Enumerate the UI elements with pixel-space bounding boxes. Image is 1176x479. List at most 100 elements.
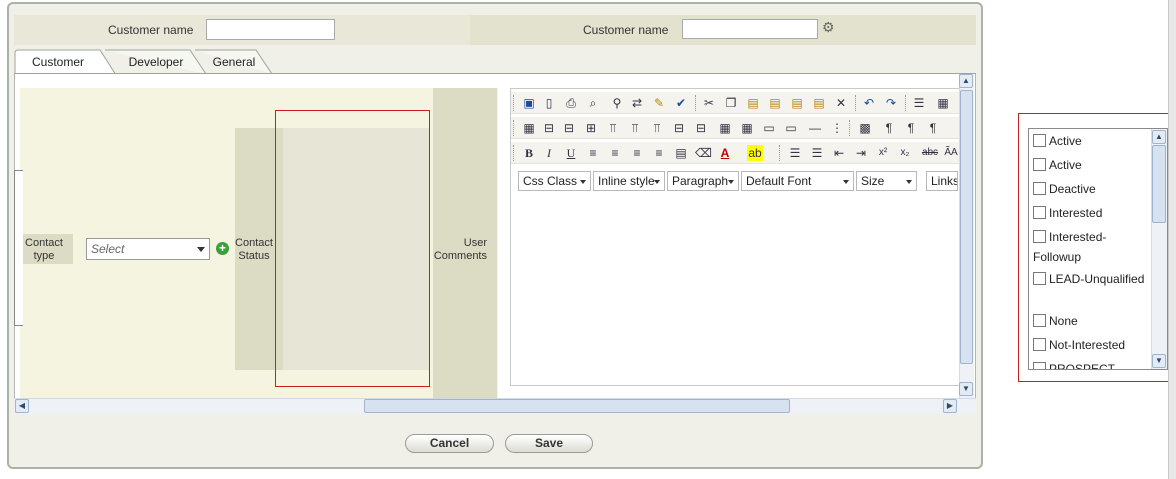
list-item[interactable]: PROSPECT	[1033, 359, 1115, 369]
list-item[interactable]: Interested	[1033, 203, 1102, 223]
grid-icon[interactable]: ▦	[717, 120, 733, 136]
superscript-icon[interactable]: x²	[875, 145, 891, 161]
save-button[interactable]: Save	[505, 434, 593, 453]
delete-row-icon[interactable]: ⊟	[671, 120, 687, 136]
format-icon[interactable]: ▤	[673, 145, 689, 161]
merge-icon[interactable]: ⫪	[627, 120, 643, 136]
print-icon[interactable]: ⎙	[563, 95, 579, 111]
contact-type-select[interactable]: Select	[86, 238, 210, 260]
list-item[interactable]: Active	[1033, 155, 1082, 175]
replace-icon[interactable]: ⇄	[629, 95, 645, 111]
checkbox[interactable]	[1033, 272, 1046, 285]
tab-general[interactable]: General	[194, 49, 274, 75]
unordered-list-icon[interactable]: ☰	[809, 145, 825, 161]
calendar-icon[interactable]: ▦	[935, 95, 951, 111]
rtl-icon[interactable]: ¶	[925, 120, 941, 136]
indent-icon[interactable]: ☰	[911, 95, 927, 111]
ordered-list-icon[interactable]: ☰	[787, 145, 803, 161]
checkbox[interactable]	[1033, 314, 1046, 327]
insert-row-before-icon[interactable]: ⊟	[541, 120, 557, 136]
list-item[interactable]: None	[1033, 311, 1078, 331]
size-dropdown[interactable]: Size	[856, 171, 917, 191]
cancel-button[interactable]: Cancel	[405, 434, 494, 453]
checkbox[interactable]	[1033, 134, 1046, 147]
align-left-icon[interactable]: ≡	[585, 145, 601, 161]
css-class-dropdown[interactable]: Css Class	[518, 171, 591, 191]
list-item[interactable]: Not-Interested	[1033, 335, 1125, 355]
hr-icon[interactable]: —	[807, 120, 823, 136]
align-center-icon[interactable]: ≡	[607, 145, 623, 161]
save-icon[interactable]: ▣	[521, 95, 537, 111]
checkbox[interactable]	[1033, 362, 1046, 369]
table-icon[interactable]: ▦	[521, 120, 537, 136]
italic-icon[interactable]: I	[541, 145, 557, 161]
scroll-up-icon[interactable]: ▲	[959, 74, 973, 88]
list-item[interactable]: Deactive	[1033, 179, 1096, 199]
bold-icon[interactable]: B	[521, 145, 537, 161]
font-color-icon[interactable]: A	[717, 145, 733, 161]
cell-props-icon[interactable]: ▭	[761, 120, 777, 136]
highlight-icon[interactable]: ab	[747, 145, 763, 161]
undo-icon[interactable]: ↶	[861, 95, 877, 111]
grid2-icon[interactable]: ▦	[739, 120, 755, 136]
cell-props2-icon[interactable]: ▭	[783, 120, 799, 136]
paste-html-icon[interactable]: ▤	[811, 95, 827, 111]
list-item[interactable]: Active	[1033, 131, 1082, 151]
links-dropdown[interactable]: Links	[926, 171, 958, 191]
cut-icon[interactable]: ✂	[701, 95, 717, 111]
checkbox[interactable]	[1033, 182, 1046, 195]
spellcheck-icon[interactable]: ✔	[673, 95, 689, 111]
paste-word-icon[interactable]: ▤	[789, 95, 805, 111]
pagebreak-icon[interactable]: ⋮	[829, 120, 845, 136]
checkbox[interactable]	[1033, 158, 1046, 171]
justify-icon[interactable]: ≡	[651, 145, 667, 161]
outdent-icon[interactable]: ⇤	[831, 145, 847, 161]
case-icon[interactable]: ÃA	[943, 145, 959, 161]
tab-customer[interactable]: Customer	[14, 49, 118, 75]
preview-icon[interactable]: ⌕	[585, 95, 601, 111]
insert-col-icon[interactable]: ⊞	[583, 120, 599, 136]
add-icon[interactable]: +	[216, 242, 229, 255]
paragraph-dropdown[interactable]: Paragraph	[667, 171, 739, 191]
new-doc-icon[interactable]: ▯	[541, 95, 557, 111]
paste-text-icon[interactable]: ▤	[767, 95, 783, 111]
checkbox[interactable]	[1033, 230, 1046, 243]
eraser-icon[interactable]: ⌫	[695, 145, 712, 161]
merge-down-icon[interactable]: ⫪	[649, 120, 665, 136]
status-checkbox-list[interactable]: Active Active Deactive Interested Intere…	[1028, 128, 1168, 370]
scroll-up-icon[interactable]: ▲	[1152, 130, 1166, 144]
scroll-right-icon[interactable]: ▶	[943, 399, 957, 413]
vertical-scroll-thumb[interactable]	[960, 90, 973, 364]
indent-more-icon[interactable]: ⇥	[853, 145, 869, 161]
checkbox[interactable]	[1033, 338, 1046, 351]
strikethrough-icon[interactable]: abc	[919, 145, 941, 161]
customer-name-input[interactable]	[206, 19, 335, 40]
align-right-icon[interactable]: ≡	[629, 145, 645, 161]
underline-icon[interactable]: U	[563, 145, 579, 161]
remove-icon[interactable]: ✕	[833, 95, 849, 111]
delete-col-icon[interactable]: ⊟	[693, 120, 709, 136]
scroll-down-icon[interactable]: ▼	[1152, 354, 1166, 368]
customer-name-input-2[interactable]	[682, 19, 818, 39]
inline-style-dropdown[interactable]: Inline style	[593, 171, 665, 191]
find-icon[interactable]: ⚲	[609, 95, 625, 111]
copy-icon[interactable]: ❐	[723, 95, 739, 111]
checkbox[interactable]	[1033, 206, 1046, 219]
list-item[interactable]: LEAD-Unqualified	[1033, 269, 1145, 289]
left-collapse-handle[interactable]	[14, 170, 23, 326]
gear-icon[interactable]: ⚙	[822, 20, 836, 34]
list-item[interactable]: Interested-Followup	[1033, 227, 1145, 267]
paste-icon[interactable]: ▤	[745, 95, 761, 111]
list-scroll-thumb[interactable]	[1152, 145, 1166, 223]
paint-icon[interactable]: ✎	[651, 95, 667, 111]
paragraph-icon[interactable]: ¶	[881, 120, 897, 136]
scroll-left-icon[interactable]: ◀	[15, 399, 29, 413]
tab-developer[interactable]: Developer	[104, 49, 208, 75]
scroll-down-icon[interactable]: ▼	[959, 382, 973, 396]
insert-row-after-icon[interactable]: ⊟	[561, 120, 577, 136]
ltr-icon[interactable]: ¶	[903, 120, 919, 136]
special-char-icon[interactable]: ▩	[857, 120, 873, 136]
horizontal-scroll-thumb[interactable]	[364, 399, 790, 413]
redo-icon[interactable]: ↷	[883, 95, 899, 111]
font-dropdown[interactable]: Default Font	[741, 171, 854, 191]
